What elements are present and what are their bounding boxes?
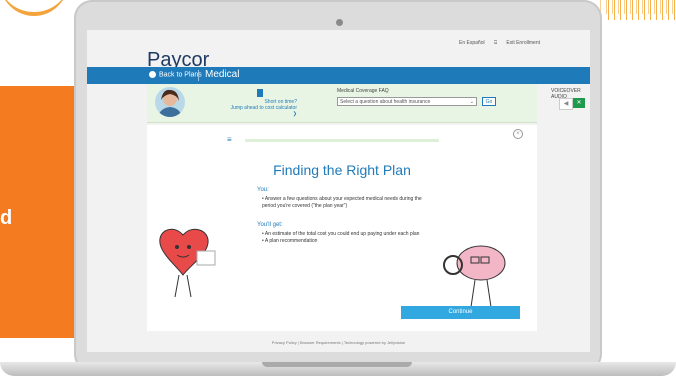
get-list: • An estimate of the total cost you coul… <box>262 231 420 244</box>
camera-icon <box>336 19 343 26</box>
content-card: ≡ × Finding the Right Plan You: • Answer… <box>147 125 537 331</box>
calculator-icon[interactable] <box>257 89 263 97</box>
continue-button[interactable]: Continue <box>401 306 520 319</box>
laptop-notch <box>262 362 412 367</box>
you-heading: You: <box>257 187 269 193</box>
mute-icon[interactable]: ✕ <box>573 98 585 108</box>
help-bar: Short on time? Jump ahead to cost calcul… <box>147 84 585 123</box>
menu-icon[interactable]: ≡ <box>227 135 232 144</box>
assistant-avatar <box>155 87 185 117</box>
back-arrow-icon <box>149 71 156 78</box>
back-to-plans-button[interactable]: Back to Plans <box>149 71 202 78</box>
nav-separator <box>198 70 199 81</box>
decorative-stripes-2 <box>600 0 676 14</box>
cost-calculator-link[interactable]: Short on time? Jump ahead to cost calcul… <box>227 99 297 117</box>
close-icon[interactable]: × <box>513 129 523 139</box>
page-title: Finding the Right Plan <box>273 162 411 178</box>
spanish-link[interactable]: En Español <box>459 40 485 46</box>
get-heading: You'll get: <box>257 222 283 228</box>
top-links: En Español ⍈ Exit Enrollment <box>451 40 540 46</box>
app-screen: Paycor En Español ⍈ Exit Enrollment Back… <box>87 30 590 352</box>
footer-links: Privacy Policy | Browser Requirements | … <box>271 340 406 345</box>
exit-enrollment-link[interactable]: ⍈ Exit Enrollment <box>494 40 540 46</box>
faq-label: Medical Coverage FAQ <box>337 88 389 94</box>
top-nav-bar: Back to Plans Medical <box>87 67 590 84</box>
go-button[interactable]: Go <box>482 97 496 106</box>
speaker-icon[interactable]: ◀ <box>559 98 573 110</box>
progress-bar <box>245 139 439 142</box>
decorative-orange-arc <box>0 0 68 16</box>
side-text: d <box>0 207 13 229</box>
you-list: • Answer a few questions about your expe… <box>262 196 422 209</box>
faq-select[interactable]: Select a question about health insurance… <box>337 97 477 106</box>
heart-character-illustration <box>153 225 223 310</box>
section-title: Medical <box>205 69 240 80</box>
chevron-down-icon: ⌄ <box>469 99 474 105</box>
